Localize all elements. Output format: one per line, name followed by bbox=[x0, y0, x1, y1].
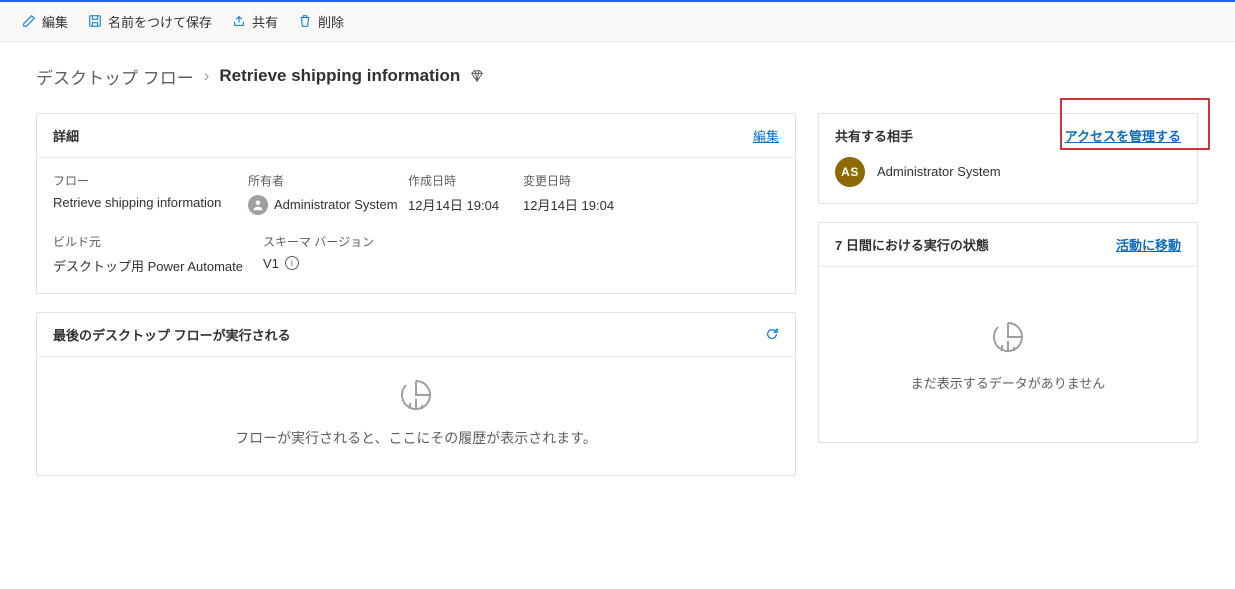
owner-value: Administrator System bbox=[274, 197, 398, 212]
share-card: 共有する相手 アクセスを管理する AS Administrator System bbox=[818, 113, 1198, 204]
pencil-icon bbox=[22, 14, 36, 28]
breadcrumb-root[interactable]: デスクトップ フロー bbox=[36, 64, 194, 89]
info-icon[interactable]: i bbox=[285, 256, 299, 270]
edit-label: 編集 bbox=[42, 12, 68, 31]
flow-label: フロー bbox=[53, 172, 248, 189]
created-value: 12月14日 19:04 bbox=[408, 195, 523, 214]
details-edit-link[interactable]: 編集 bbox=[753, 126, 779, 145]
refresh-icon[interactable] bbox=[765, 327, 779, 341]
edit-button[interactable]: 編集 bbox=[14, 8, 76, 35]
build-value: デスクトップ用 Power Automate bbox=[53, 256, 263, 275]
manage-access-link[interactable]: アクセスを管理する bbox=[1065, 126, 1181, 145]
share-user-item: AS Administrator System bbox=[835, 157, 1181, 187]
delete-label: 削除 bbox=[318, 12, 344, 31]
delete-button[interactable]: 削除 bbox=[290, 8, 352, 35]
runs-title: 最後のデスクトップ フローが実行される bbox=[53, 325, 291, 344]
share-title: 共有する相手 bbox=[835, 126, 913, 145]
details-card: 詳細 編集 フロー Retrieve shipping information … bbox=[36, 113, 796, 294]
modified-value: 12月14日 19:04 bbox=[523, 195, 643, 214]
save-as-label: 名前をつけて保存 bbox=[108, 12, 212, 31]
share-icon bbox=[232, 14, 246, 28]
flow-value: Retrieve shipping information bbox=[53, 195, 248, 210]
user-avatar: AS bbox=[835, 157, 865, 187]
trash-icon bbox=[298, 14, 312, 28]
breadcrumb-separator: › bbox=[204, 66, 210, 86]
created-label: 作成日時 bbox=[408, 172, 523, 189]
share-button[interactable]: 共有 bbox=[224, 8, 286, 35]
schema-label: スキーマ バージョン bbox=[263, 233, 463, 250]
status-empty-text: まだ表示するデータがありません bbox=[835, 373, 1181, 392]
chart-empty-icon bbox=[396, 375, 436, 415]
runs-empty-text: フローが実行されると、ここにその履歴が表示されます。 bbox=[53, 427, 779, 449]
modified-label: 変更日時 bbox=[523, 172, 643, 189]
share-user-name: Administrator System bbox=[877, 164, 1001, 179]
status-title: 7 日間における実行の状態 bbox=[835, 235, 989, 254]
toolbar: 編集 名前をつけて保存 共有 削除 bbox=[0, 2, 1235, 42]
runs-card: 最後のデスクトップ フローが実行される フローが実行されると、ここにその履歴が表… bbox=[36, 312, 796, 476]
schema-value: V1 bbox=[263, 256, 279, 271]
save-as-button[interactable]: 名前をつけて保存 bbox=[80, 8, 220, 35]
build-label: ビルド元 bbox=[53, 233, 263, 250]
premium-icon bbox=[470, 69, 484, 83]
person-icon bbox=[248, 195, 268, 215]
details-title: 詳細 bbox=[53, 126, 79, 145]
chart-empty-icon bbox=[988, 317, 1028, 357]
save-as-icon bbox=[88, 14, 102, 28]
breadcrumb-current: Retrieve shipping information bbox=[219, 66, 460, 86]
breadcrumb: デスクトップ フロー › Retrieve shipping informati… bbox=[36, 64, 1199, 89]
share-label: 共有 bbox=[252, 12, 278, 31]
status-card: 7 日間における実行の状態 活動に移動 まだ表示するデータがありません bbox=[818, 222, 1198, 443]
activity-link[interactable]: 活動に移動 bbox=[1116, 235, 1181, 254]
owner-label: 所有者 bbox=[248, 172, 408, 189]
